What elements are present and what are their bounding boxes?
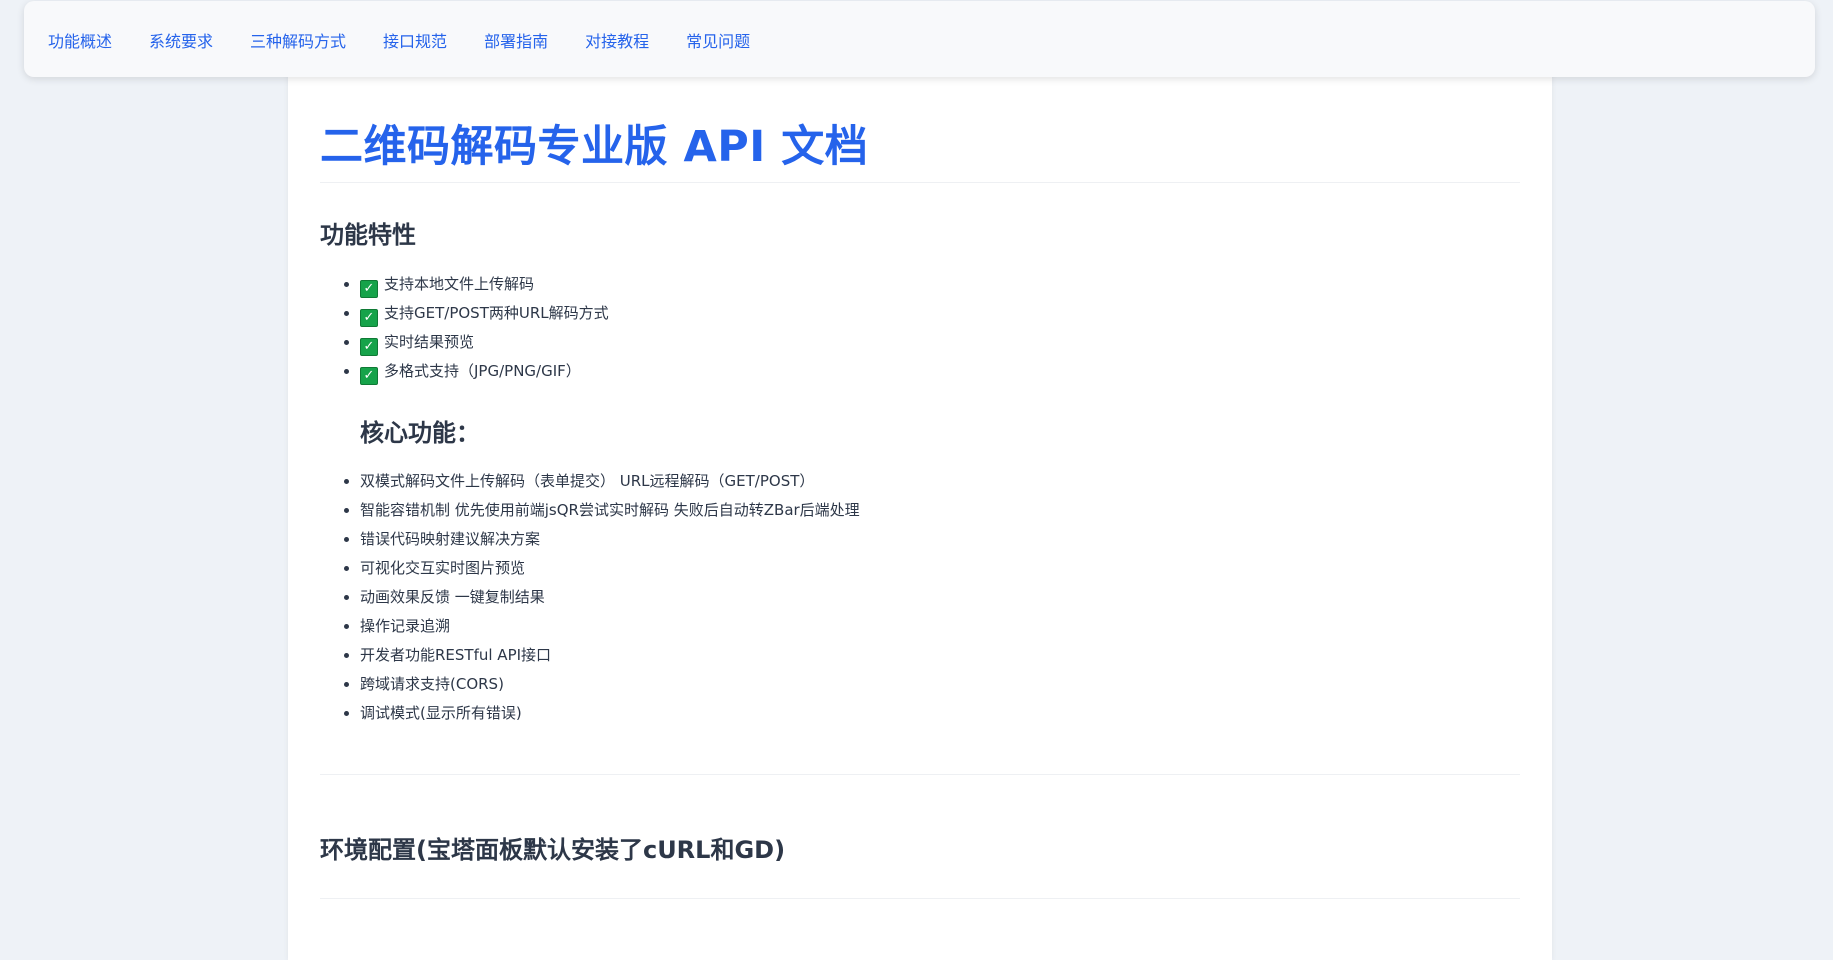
features-list: ✓ 支持本地文件上传解码 ✓ 支持GET/POST两种URL解码方式 ✓ 实时结果预览… [320, 270, 609, 386]
features-heading: 功能特性 [320, 221, 416, 249]
env-divider [320, 898, 1520, 899]
core-feature-item: 跨域请求支持(CORS) [360, 670, 860, 699]
core-feature-text: 开发者功能RESTful API接口 [360, 646, 552, 664]
feature-item: ✓ 实时结果预览 [360, 328, 609, 357]
feature-text: 支持本地文件上传解码 [384, 275, 535, 293]
core-feature-text: 动画效果反馈 一键复制结果 [360, 588, 545, 606]
core-feature-item: 双模式解码文件上传解码（表单提交） URL远程解码（GET/POST） [360, 467, 860, 496]
feature-item: ✓ 多格式支持（JPG/PNG/GIF） [360, 357, 609, 386]
core-feature-text: 双模式解码文件上传解码（表单提交） URL远程解码（GET/POST） [360, 472, 815, 490]
nav-link-faq[interactable]: 常见问题 [686, 28, 750, 52]
feature-text: 实时结果预览 [384, 333, 475, 351]
page-title: 二维码解码专业版 API 文档 [320, 122, 869, 172]
core-feature-item: 开发者功能RESTful API接口 [360, 641, 860, 670]
core-feature-text: 智能容错机制 优先使用前端jsQR尝试实时解码 失败后自动转ZBar后端处理 [360, 501, 860, 519]
check-mark-icon: ✓ [360, 280, 378, 298]
nav-link-deployment[interactable]: 部署指南 [484, 28, 548, 52]
core-feature-text: 错误代码映射建议解决方案 [360, 530, 541, 548]
check-mark-icon: ✓ [360, 309, 378, 327]
core-feature-item: 智能容错机制 优先使用前端jsQR尝试实时解码 失败后自动转ZBar后端处理 [360, 496, 860, 525]
check-mark-icon: ✓ [360, 338, 378, 356]
feature-text: 支持GET/POST两种URL解码方式 [384, 304, 609, 322]
nav-link-overview[interactable]: 功能概述 [48, 28, 112, 52]
core-features-heading: 核心功能： [360, 419, 480, 447]
nav-link-integration[interactable]: 对接教程 [585, 28, 649, 52]
feature-item: ✓ 支持GET/POST两种URL解码方式 [360, 299, 609, 328]
core-feature-item: 调试模式(显示所有错误) [360, 699, 860, 728]
core-feature-text: 跨域请求支持(CORS) [360, 675, 504, 693]
env-config-heading: 环境配置(宝塔面板默认安装了cURL和GD) [320, 836, 786, 864]
core-feature-text: 操作记录追溯 [360, 617, 451, 635]
core-feature-item: 可视化交互实时图片预览 [360, 554, 860, 583]
core-feature-text: 可视化交互实时图片预览 [360, 559, 526, 577]
title-divider [320, 182, 1520, 183]
core-feature-item: 操作记录追溯 [360, 612, 860, 641]
nav-link-decode-methods[interactable]: 三种解码方式 [250, 28, 346, 52]
nav-link-api-spec[interactable]: 接口规范 [383, 28, 447, 52]
feature-text: 多格式支持（JPG/PNG/GIF） [384, 362, 581, 380]
feature-item: ✓ 支持本地文件上传解码 [360, 270, 609, 299]
nav-link-requirements[interactable]: 系统要求 [149, 28, 213, 52]
core-features-list: 双模式解码文件上传解码（表单提交） URL远程解码（GET/POST） 智能容错… [320, 467, 860, 728]
section-divider [320, 774, 1520, 775]
core-feature-item: 错误代码映射建议解决方案 [360, 525, 860, 554]
check-mark-icon: ✓ [360, 367, 378, 385]
top-navbar: 功能概述 系统要求 三种解码方式 接口规范 部署指南 对接教程 常见问题 [24, 1, 1815, 77]
nav-items: 功能概述 系统要求 三种解码方式 接口规范 部署指南 对接教程 常见问题 [24, 1, 1815, 79]
core-feature-text: 调试模式(显示所有错误) [360, 704, 522, 722]
core-feature-item: 动画效果反馈 一键复制结果 [360, 583, 860, 612]
